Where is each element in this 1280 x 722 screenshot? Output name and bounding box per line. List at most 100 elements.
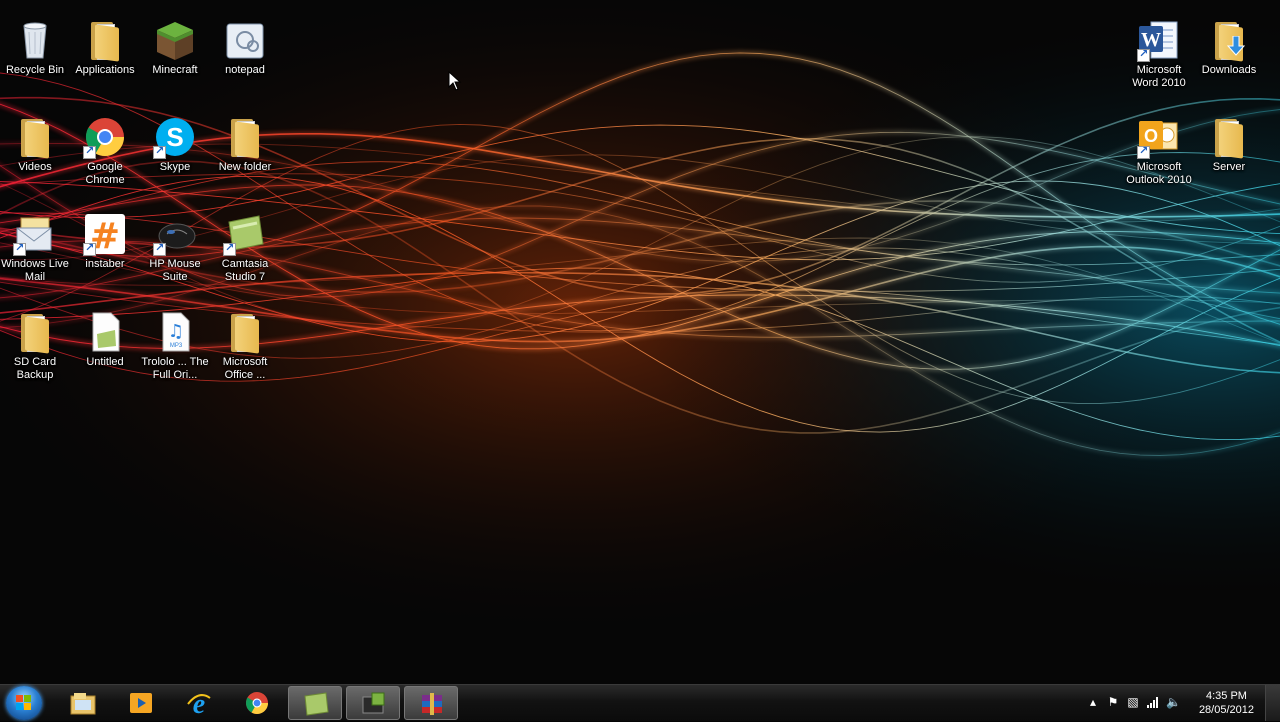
- clock-time: 4:35 PM: [1205, 690, 1247, 702]
- svg-text:S: S: [166, 122, 183, 152]
- mouse-pointer-icon: [448, 71, 462, 91]
- system-tray: ▴ ⚑ ▧ 🔈 4:35 PM 28/05/2012: [1080, 685, 1280, 721]
- svg-text:O: O: [1144, 126, 1158, 146]
- desktop-icon-label: Server: [1212, 161, 1246, 173]
- desktop-icon-label: Skype: [159, 161, 191, 173]
- desktop-icon-label: Minecraft: [152, 64, 198, 76]
- minecraft-icon: [153, 18, 197, 62]
- desktop-icon-label: Google Chrome: [85, 161, 125, 186]
- desktop-icon-downloads[interactable]: Downloads: [1195, 14, 1263, 106]
- shortcut-arrow-icon: [153, 241, 166, 256]
- desktop-icon-label: Videos: [18, 161, 52, 173]
- desktop-icon-label: New folder: [218, 161, 272, 173]
- desktop-icon-server[interactable]: Server: [1195, 111, 1263, 203]
- desktop-icon-camtasia[interactable]: Camtasia Studio 7: [211, 208, 279, 300]
- mouse-icon: [153, 212, 197, 256]
- document-icon: [83, 310, 127, 354]
- taskbar-button-chrome[interactable]: [230, 686, 284, 720]
- folder-icon: [1207, 115, 1251, 159]
- desktop-icon-label: notepad: [225, 64, 265, 76]
- desktop-icon-instaber[interactable]: #instaber: [71, 208, 139, 300]
- desktop-icon-trololo[interactable]: ♫ MP3 Trololo ... The Full Ori...: [141, 306, 209, 398]
- start-button[interactable]: [6, 686, 42, 720]
- taskbar-button-recorder[interactable]: [346, 686, 400, 720]
- mp3-file-icon: ♫ MP3: [153, 310, 197, 354]
- svg-text:MP3: MP3: [170, 343, 183, 349]
- chrome-icon: [83, 115, 127, 159]
- shortcut-arrow-icon: [1137, 144, 1150, 159]
- power-icon[interactable]: ▧: [1126, 695, 1140, 709]
- desktop-icon-recycle-bin[interactable]: Recycle Bin: [1, 14, 69, 106]
- notepad-icon: [223, 18, 267, 62]
- desktop-icon-outlook-2010[interactable]: O Microsoft Outlook 2010: [1125, 111, 1193, 203]
- desktop-icon-word-2010[interactable]: WMicrosoft Word 2010: [1125, 14, 1193, 106]
- taskbar-button-winrar[interactable]: [404, 686, 458, 720]
- downloads-folder-icon: [1207, 18, 1251, 62]
- shortcut-arrow-icon: [223, 241, 236, 256]
- desktop-icon-hp-mouse-suite[interactable]: HP Mouse Suite: [141, 208, 209, 300]
- shortcut-arrow-icon: [13, 241, 26, 256]
- folder-icon: [13, 310, 57, 354]
- winrar-icon: [418, 691, 446, 717]
- desktop-icon-notepad[interactable]: notepad: [211, 14, 279, 106]
- desktop-icon-label: SD Card Backup: [13, 356, 57, 381]
- show-desktop-button[interactable]: [1265, 685, 1280, 721]
- desktop-icon-google-chrome[interactable]: Google Chrome: [71, 111, 139, 203]
- shortcut-arrow-icon: [83, 241, 96, 256]
- clock-date: 28/05/2012: [1198, 704, 1254, 716]
- desktop-icon-label: HP Mouse Suite: [149, 258, 201, 283]
- shortcut-arrow-icon: [153, 144, 166, 159]
- action-center-flag-icon[interactable]: ⚑: [1106, 695, 1120, 709]
- folder-icon: [223, 115, 267, 159]
- taskbar: e ▴ ⚑ ▧ 🔈 4:35 PM 28/05/2012: [0, 684, 1280, 721]
- taskbar-button-camtasia[interactable]: [288, 686, 342, 720]
- desktop-icon-microsoft-office[interactable]: Microsoft Office ...: [211, 306, 279, 398]
- recycle-bin-icon: [13, 18, 57, 62]
- recorder-icon: [360, 691, 388, 717]
- svg-text:♫: ♫: [168, 321, 184, 342]
- camtasia-icon: [302, 691, 330, 717]
- camtasia-icon: [223, 212, 267, 256]
- chrome-icon: [243, 690, 271, 716]
- taskbar-button-media-player[interactable]: [114, 686, 168, 720]
- desktop-icon-label: Downloads: [1201, 64, 1257, 76]
- desktop-icon-label: Trololo ... The Full Ori...: [141, 356, 209, 381]
- internet-explorer-icon: e: [185, 689, 213, 720]
- desktop-icon-label: Microsoft Office ...: [222, 356, 268, 381]
- desktop-icon-applications[interactable]: Applications: [71, 14, 139, 106]
- folder-icon: [83, 18, 127, 62]
- desktop-icon-untitled[interactable]: Untitled: [71, 306, 139, 398]
- desktop-icon-label: Microsoft Word 2010: [1132, 64, 1186, 89]
- desktop-icon-windows-live-mail[interactable]: Windows Live Mail: [1, 208, 69, 300]
- desktop-icon-videos[interactable]: Videos: [1, 111, 69, 203]
- svg-text:e: e: [193, 690, 205, 716]
- taskbar-button-internet-explorer[interactable]: e: [172, 686, 226, 720]
- desktop-icon-skype[interactable]: S Skype: [141, 111, 209, 203]
- desktop-icon-new-folder[interactable]: New folder: [211, 111, 279, 203]
- shortcut-arrow-icon: [1137, 47, 1150, 62]
- outlook-icon: O: [1137, 115, 1181, 159]
- desktop-icon-label: Recycle Bin: [5, 64, 65, 76]
- desktop-icon-minecraft[interactable]: Minecraft: [141, 14, 209, 106]
- desktop-icon-label: instaber: [85, 258, 125, 270]
- file-explorer-icon: [69, 690, 97, 716]
- taskbar-button-explorer[interactable]: [56, 686, 110, 720]
- hashtag-icon: #: [83, 212, 127, 257]
- network-signal-icon[interactable]: [1146, 695, 1160, 709]
- show-hidden-icons-icon[interactable]: ▴: [1086, 695, 1100, 709]
- desktop-icon-label: Microsoft Outlook 2010: [1126, 161, 1192, 186]
- skype-icon: S: [153, 115, 197, 159]
- folder-icon: [13, 115, 57, 159]
- shortcut-arrow-icon: [83, 144, 96, 159]
- media-player-icon: [127, 690, 155, 716]
- clock[interactable]: 4:35 PM 28/05/2012: [1199, 689, 1254, 717]
- desktop-icon-label: Untitled: [86, 356, 124, 368]
- mail-icon: [13, 212, 57, 256]
- desktop-icon-sd-card-backup[interactable]: SD Card Backup: [1, 306, 69, 398]
- volume-icon[interactable]: 🔈: [1166, 695, 1181, 709]
- word-icon: W: [1137, 18, 1181, 62]
- windows-logo-icon: [16, 695, 32, 711]
- desktop-icon-label: Windows Live Mail: [1, 258, 69, 283]
- desktop-icon-label: Camtasia Studio 7: [221, 258, 269, 283]
- folder-icon: [223, 310, 267, 354]
